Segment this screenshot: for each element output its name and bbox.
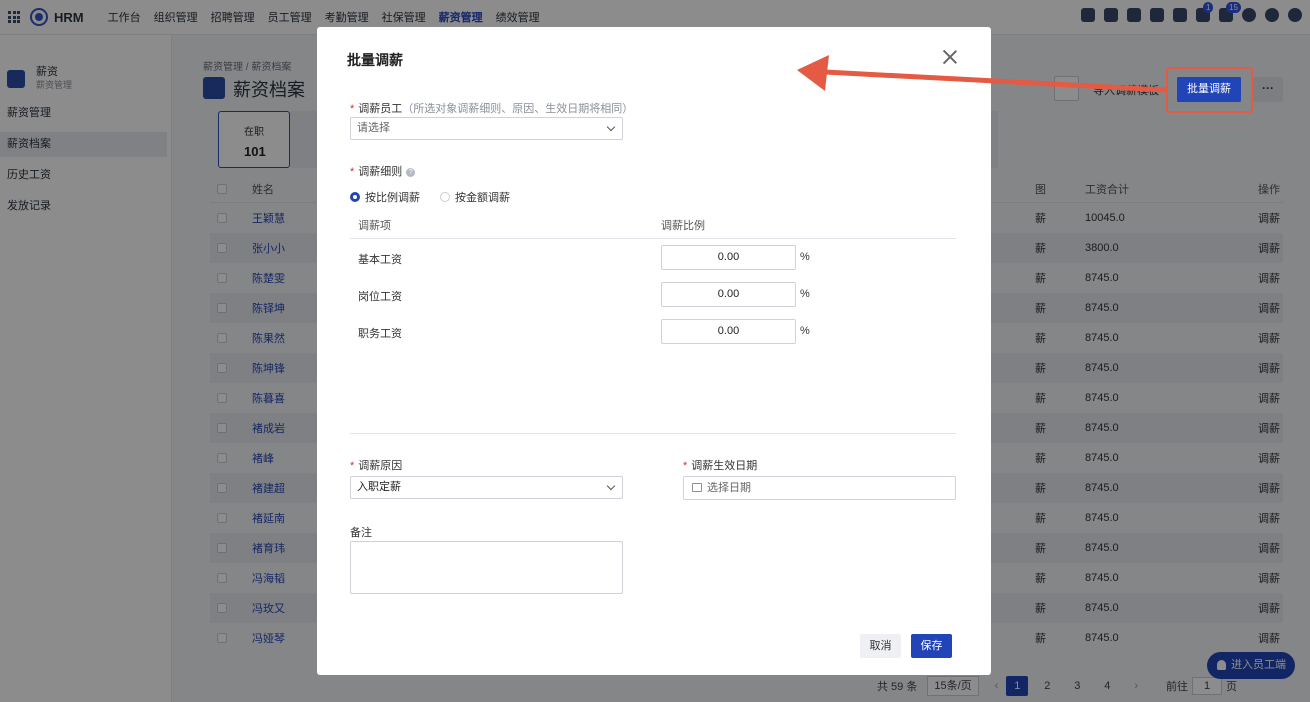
adjust-table-header: 调薪项 调薪比例 xyxy=(350,211,956,239)
basic-salary-ratio-input[interactable]: 0.00 xyxy=(661,245,796,270)
reason-select[interactable]: 入职定薪 xyxy=(350,476,623,499)
calendar-icon xyxy=(692,483,702,492)
radio-selected-icon xyxy=(350,192,360,202)
employee-field-hint: （所选对象调薪细则、原因、生效日期将相同） xyxy=(402,103,634,115)
radio-unselected-icon xyxy=(440,192,450,202)
save-button[interactable]: 保存 xyxy=(911,634,952,658)
remark-field-label: 备注 xyxy=(350,527,372,539)
help-icon[interactable]: ? xyxy=(406,167,416,177)
adjust-row-basic: 基本工资 0.00 % xyxy=(350,245,956,270)
radio-by-amount[interactable]: 按金额调薪 xyxy=(440,189,510,205)
employee-select[interactable]: 请选择 xyxy=(350,117,623,140)
cancel-button[interactable]: 取消 xyxy=(860,634,901,658)
col-ratio: 调薪比例 xyxy=(661,220,705,232)
adjust-row-duty: 职务工资 0.00 % xyxy=(350,319,956,344)
chevron-down-icon xyxy=(606,122,616,132)
annotation-highlight-box xyxy=(1166,67,1253,113)
position-salary-ratio-input[interactable]: 0.00 xyxy=(661,282,796,307)
dialog-title: 批量调薪 xyxy=(347,52,403,68)
remark-textarea[interactable] xyxy=(350,541,623,594)
close-icon[interactable] xyxy=(942,49,958,65)
radio-by-ratio[interactable]: 按比例调薪 xyxy=(350,189,420,205)
reason-field-label: * 调薪原因 xyxy=(350,460,403,472)
chevron-down-icon xyxy=(606,481,616,491)
rule-field-label: * 调薪细则? xyxy=(350,163,416,179)
duty-salary-ratio-input[interactable]: 0.00 xyxy=(661,319,796,344)
date-field-label: * 调薪生效日期 xyxy=(683,460,758,472)
batch-adjust-dialog: 批量调薪 * 调薪员工（所选对象调薪细则、原因、生效日期将相同） 请选择 * 调薪细… xyxy=(317,27,991,675)
adjust-row-position: 岗位工资 0.00 % xyxy=(350,282,956,307)
employee-field-label: * 调薪员工（所选对象调薪细则、原因、生效日期将相同） xyxy=(350,103,634,115)
col-item: 调薪项 xyxy=(358,220,391,232)
section-divider xyxy=(350,433,956,434)
effective-date-input[interactable]: 选择日期 xyxy=(683,476,956,500)
